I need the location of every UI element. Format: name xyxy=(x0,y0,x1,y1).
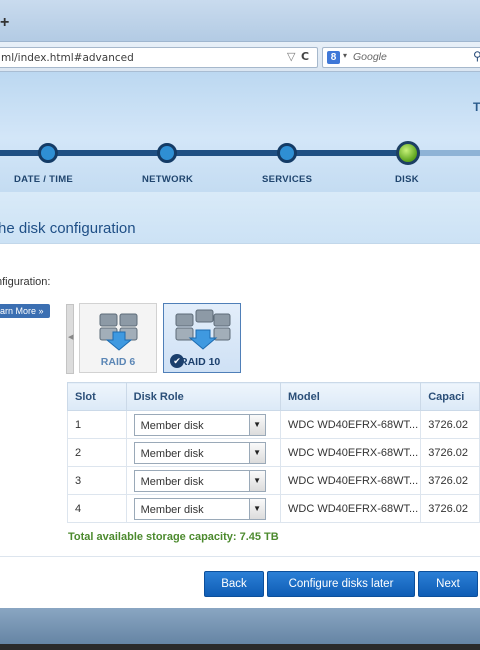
dropdown-arrow-icon[interactable]: ▼ xyxy=(248,498,265,519)
disk-array-icon xyxy=(175,309,231,350)
dropdown-arrow-icon[interactable]: ▼ xyxy=(248,442,265,463)
column-header-model[interactable]: Model xyxy=(279,382,422,411)
dropdown-arrow-icon[interactable]: ▼ xyxy=(248,470,265,491)
address-url: ml/index.html#advanced xyxy=(1,52,134,64)
learn-more-button[interactable]: arn More » xyxy=(0,304,50,318)
disk-role-value: Member disk xyxy=(140,475,204,488)
column-header-slot[interactable]: Slot xyxy=(67,382,127,411)
disk-role-value: Member disk xyxy=(140,503,204,516)
table-row: 3 Member disk ▼ WDC WD40EFRX-68WT... 372… xyxy=(67,466,480,495)
role-cell: Member disk ▼ xyxy=(125,466,282,495)
table-header-row: Slot Disk Role Model Capaci xyxy=(67,382,480,411)
search-placeholder: Google xyxy=(353,51,387,63)
chevron-left-icon: ◀ xyxy=(68,334,74,341)
step-node-network[interactable] xyxy=(157,143,177,163)
raid-option-label: RAID 6 xyxy=(100,356,136,368)
role-cell: Member disk ▼ xyxy=(125,410,282,439)
disk-table: Slot Disk Role Model Capaci 1 Member dis… xyxy=(67,382,480,523)
table-row: 4 Member disk ▼ WDC WD40EFRX-68WT... 372… xyxy=(67,494,480,523)
step-node-services[interactable] xyxy=(277,143,297,163)
dropdown-arrow-icon[interactable]: ▼ xyxy=(248,414,265,435)
role-cell: Member disk ▼ xyxy=(125,494,282,523)
raid-scroll-left[interactable]: ◀ xyxy=(66,304,74,374)
raid-option-label: RAID 10 xyxy=(180,356,221,368)
search-box[interactable]: 8 ▾ Google ⚲ xyxy=(322,47,480,68)
table-row: 2 Member disk ▼ WDC WD40EFRX-68WT... 372… xyxy=(67,438,480,467)
engine-dropdown-icon[interactable]: ▾ xyxy=(343,51,347,60)
next-button[interactable]: Next xyxy=(418,571,478,597)
new-tab-button[interactable]: + xyxy=(0,14,9,32)
step-label-disk[interactable]: DISK xyxy=(395,174,419,185)
step-label-services[interactable]: SERVICES xyxy=(262,174,312,185)
bookmark-star-icon[interactable]: ▽ xyxy=(287,50,295,63)
setup-wizard-page: T DATE / TIME NETWORK SERVICES DISK he d… xyxy=(0,72,480,608)
column-header-capacity[interactable]: Capaci xyxy=(420,382,480,411)
search-engine-icon[interactable]: 8 xyxy=(327,51,340,64)
slot-cell: 2 xyxy=(67,438,127,467)
disk-role-select[interactable]: Member disk ▼ xyxy=(133,469,266,492)
column-header-disk-role[interactable]: Disk Role xyxy=(125,382,282,411)
capacity-cell: 3726.02 xyxy=(420,410,480,439)
role-cell: Member disk ▼ xyxy=(125,438,282,467)
wizard-header: T DATE / TIME NETWORK SERVICES DISK xyxy=(0,72,480,192)
configuration-label: nfiguration: xyxy=(0,276,51,288)
slot-cell: 3 xyxy=(67,466,127,495)
back-button[interactable]: Back xyxy=(204,571,264,597)
model-cell: WDC WD40EFRX-68WT... xyxy=(279,466,422,495)
capacity-cell: 3726.02 xyxy=(420,438,480,467)
slot-cell: 1 xyxy=(67,410,127,439)
magnifier-icon[interactable]: ⚲ xyxy=(473,49,480,63)
model-cell: WDC WD40EFRX-68WT... xyxy=(279,410,422,439)
reload-icon[interactable]: C xyxy=(301,50,309,63)
disk-array-icon xyxy=(99,313,138,351)
model-cell: WDC WD40EFRX-68WT... xyxy=(279,438,422,467)
disk-role-value: Member disk xyxy=(140,419,204,432)
step-node-date-time[interactable] xyxy=(38,143,58,163)
taskbar-edge xyxy=(0,644,480,650)
raid-selector: ◀ RAID 6 ✔ RAID 10 xyxy=(66,302,242,376)
footer-divider xyxy=(0,556,480,557)
browser-navbar: ml/index.html#advanced ▽ C 8 ▾ Google ⚲ xyxy=(0,42,480,72)
step-node-disk[interactable] xyxy=(396,141,420,165)
disk-role-value: Member disk xyxy=(140,447,204,460)
step-label-date-time[interactable]: DATE / TIME xyxy=(14,174,73,185)
raid-option-raid10[interactable]: ✔ RAID 10 xyxy=(163,303,241,373)
raid-option-raid6[interactable]: RAID 6 xyxy=(79,303,157,373)
section-title: he disk configuration xyxy=(0,220,136,237)
slot-cell: 4 xyxy=(67,494,127,523)
browser-titlebar: + xyxy=(0,0,480,42)
section-header: he disk configuration xyxy=(0,192,480,244)
disk-role-select[interactable]: Member disk ▼ xyxy=(133,497,266,520)
capacity-cell: 3726.02 xyxy=(420,494,480,523)
step-label-network[interactable]: NETWORK xyxy=(142,174,193,185)
model-cell: WDC WD40EFRX-68WT... xyxy=(279,494,422,523)
address-bar[interactable]: ml/index.html#advanced ▽ C xyxy=(0,47,318,68)
total-capacity-text: Total available storage capacity: 7.45 T… xyxy=(68,531,279,543)
configure-later-button[interactable]: Configure disks later xyxy=(267,571,415,597)
disk-role-select[interactable]: Member disk ▼ xyxy=(133,413,266,436)
disk-role-select[interactable]: Member disk ▼ xyxy=(133,441,266,464)
header-text-fragment: T xyxy=(473,100,480,114)
capacity-cell: 3726.02 xyxy=(420,466,480,495)
table-row: 1 Member disk ▼ WDC WD40EFRX-68WT... 372… xyxy=(67,410,480,439)
